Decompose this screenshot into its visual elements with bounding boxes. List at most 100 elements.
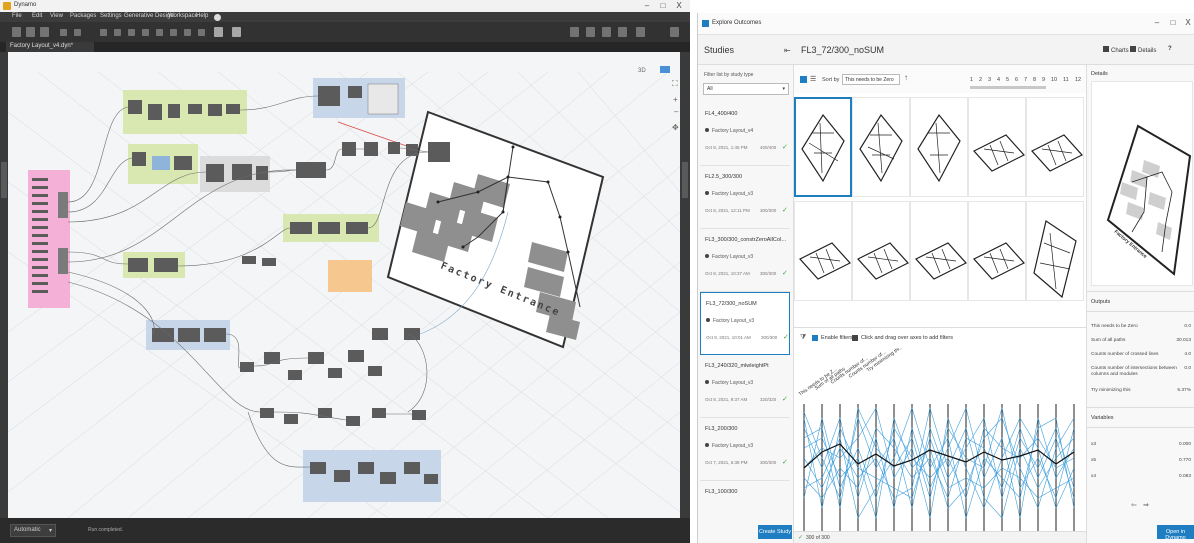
zoom-in-icon[interactable]: + <box>673 95 678 104</box>
grid-view-icon[interactable] <box>800 76 807 83</box>
page-12[interactable]: 12 <box>1075 77 1081 83</box>
align-icon[interactable] <box>114 29 121 36</box>
check-icon: ✓ <box>782 396 788 403</box>
next-outcome-icon[interactable]: ⇒ <box>1143 501 1149 509</box>
align-icon[interactable] <box>142 29 149 36</box>
study-item[interactable]: FL3_200/300 Factory Layout_v3 Oct 7, 202… <box>700 418 790 481</box>
close-button[interactable]: X <box>672 1 686 10</box>
collapse-panel-icon[interactable]: ⇤ <box>784 46 791 55</box>
study-item-selected[interactable]: FL3_72/300_noSUM Factory Layout_v3 Oct 8… <box>700 292 790 355</box>
study-item[interactable]: FL4_400/400 Factory Layout_v4 Oct 8, 202… <box>700 103 790 166</box>
menu-view[interactable]: View <box>50 13 63 19</box>
view-toggle-label[interactable]: 3D <box>638 68 646 74</box>
menu-packages[interactable]: Packages <box>70 13 96 19</box>
page-2[interactable]: 2 <box>979 77 982 83</box>
home-icon[interactable] <box>214 27 223 37</box>
page-7[interactable]: 7 <box>1024 77 1027 83</box>
menu-help[interactable]: Help <box>196 13 208 19</box>
export-icon[interactable] <box>636 27 645 37</box>
menu-generative-design[interactable]: Generative Design <box>124 13 174 19</box>
details-heading: Details <box>1091 71 1108 77</box>
library-handle[interactable] <box>1 162 7 198</box>
pager-scrollbar[interactable] <box>970 86 1046 89</box>
explore-window-title: Explore Outcomes <box>712 20 762 26</box>
help-icon[interactable]: ? <box>1168 46 1172 52</box>
extensions-sidebar[interactable] <box>680 52 690 518</box>
page-9[interactable]: 9 <box>1042 77 1045 83</box>
study-type-filter[interactable]: All ▾ <box>703 83 789 95</box>
menu-settings[interactable]: Settings <box>100 13 122 19</box>
save-file-icon[interactable] <box>40 27 49 37</box>
outcome-count: 300 of 300 <box>806 535 830 541</box>
explore-outcomes-window: Explore Outcomes – □ X Studies ⇤ FL3_72/… <box>697 13 1194 543</box>
page-6[interactable]: 6 <box>1015 77 1018 83</box>
extensions-handle[interactable] <box>682 162 688 198</box>
align-icon[interactable] <box>128 29 135 36</box>
menu-edit[interactable]: Edit <box>32 13 42 19</box>
parallel-coordinates-chart[interactable]: This needs to be Z... Sum of all paths C… <box>794 348 1086 538</box>
details-toggle[interactable]: Details <box>1130 46 1156 54</box>
study-item[interactable]: FL3_300/300_constrZeroAllColumns Factory… <box>700 229 790 292</box>
open-file-icon[interactable] <box>26 27 35 37</box>
tab-factory-layout[interactable]: Factory Layout_v4.dyn* <box>6 42 94 52</box>
variable-label: x5 <box>1091 458 1097 463</box>
sort-direction-icon[interactable]: ↑ <box>904 73 908 82</box>
page-5[interactable]: 5 <box>1006 77 1009 83</box>
study-title: FL3_72/300_noSUM <box>801 45 885 55</box>
maximize-button[interactable]: □ <box>656 1 670 10</box>
page-8[interactable]: 8 <box>1033 77 1036 83</box>
previous-outcome-icon[interactable]: ⇐ <box>1131 501 1137 509</box>
page-3[interactable]: 3 <box>988 77 991 83</box>
redo-icon[interactable] <box>74 29 81 36</box>
library-sidebar[interactable] <box>0 52 8 518</box>
page-1[interactable]: 1 <box>970 77 973 83</box>
camera-icon[interactable] <box>670 27 679 37</box>
graph-canvas-svg[interactable]: Factory Entrance 3D ⛶ + – ✥ <box>8 52 680 518</box>
export-icon[interactable] <box>618 27 627 37</box>
export-icon[interactable] <box>586 27 595 37</box>
menu-file[interactable]: File <box>12 13 22 19</box>
zoom-out-icon[interactable]: – <box>674 107 679 116</box>
explore-header: Studies ⇤ FL3_72/300_noSUM Charts Detail… <box>698 35 1194 65</box>
filter-hint-icon <box>852 335 858 341</box>
run-mode-select[interactable]: Automatic ▾ <box>10 524 56 537</box>
zoom-fit-icon[interactable]: ⛶ <box>671 79 678 88</box>
align-icon[interactable] <box>170 29 177 36</box>
list-view-icon[interactable]: ☰ <box>810 75 816 83</box>
study-item[interactable]: FL2.5_300/300 Factory Layout_v3 Oct 8, 2… <box>700 166 790 229</box>
dynamo-canvas[interactable]: Factory Entrance 3D ⛶ + – ✥ <box>8 52 680 518</box>
export-icon[interactable] <box>570 27 579 37</box>
filter-funnel-icon[interactable]: ⧩ <box>800 334 806 342</box>
enable-filters-checkbox[interactable] <box>812 335 818 341</box>
open-in-dynamo-button[interactable]: Open in Dynamo <box>1157 525 1194 541</box>
charts-toggle[interactable]: Charts <box>1103 46 1129 54</box>
minimize-button[interactable]: – <box>1150 18 1164 27</box>
page-4[interactable]: 4 <box>997 77 1000 83</box>
align-icon[interactable] <box>100 29 107 36</box>
create-study-button[interactable]: Create Study <box>758 525 792 539</box>
undo-icon[interactable] <box>60 29 67 36</box>
new-file-icon[interactable] <box>12 27 21 37</box>
maximize-button[interactable]: □ <box>1166 18 1180 27</box>
close-button[interactable]: X <box>1181 18 1194 27</box>
align-icon[interactable] <box>184 29 191 36</box>
notification-icon[interactable] <box>214 13 221 21</box>
menu-workspace[interactable]: Workspace <box>168 13 198 19</box>
page-10[interactable]: 10 <box>1051 77 1057 83</box>
pan-icon[interactable]: ✥ <box>672 123 679 132</box>
input-group-pink[interactable] <box>28 170 70 308</box>
store-icon[interactable] <box>232 27 241 37</box>
export-icon[interactable] <box>602 27 611 37</box>
dynamo-toolbar <box>0 22 690 42</box>
node-group-blue[interactable] <box>303 450 441 502</box>
minimize-button[interactable]: – <box>640 1 654 10</box>
page-11[interactable]: 11 <box>1063 77 1069 83</box>
study-item[interactable]: FL3_240/320_mlwleightPt Factory Layout_v… <box>700 355 790 418</box>
node-group-orange[interactable] <box>328 260 372 292</box>
align-icon[interactable] <box>156 29 163 36</box>
geometry-view-icon[interactable] <box>660 66 670 73</box>
outcome-toolbar: ☰ Sort by This needs to be Zero ↑ 1 2 3 … <box>794 65 1086 93</box>
selected-outcome-preview[interactable]: Factory Entrance <box>1091 81 1193 286</box>
sort-select[interactable]: This needs to be Zero <box>842 74 900 85</box>
align-icon[interactable] <box>198 29 205 36</box>
